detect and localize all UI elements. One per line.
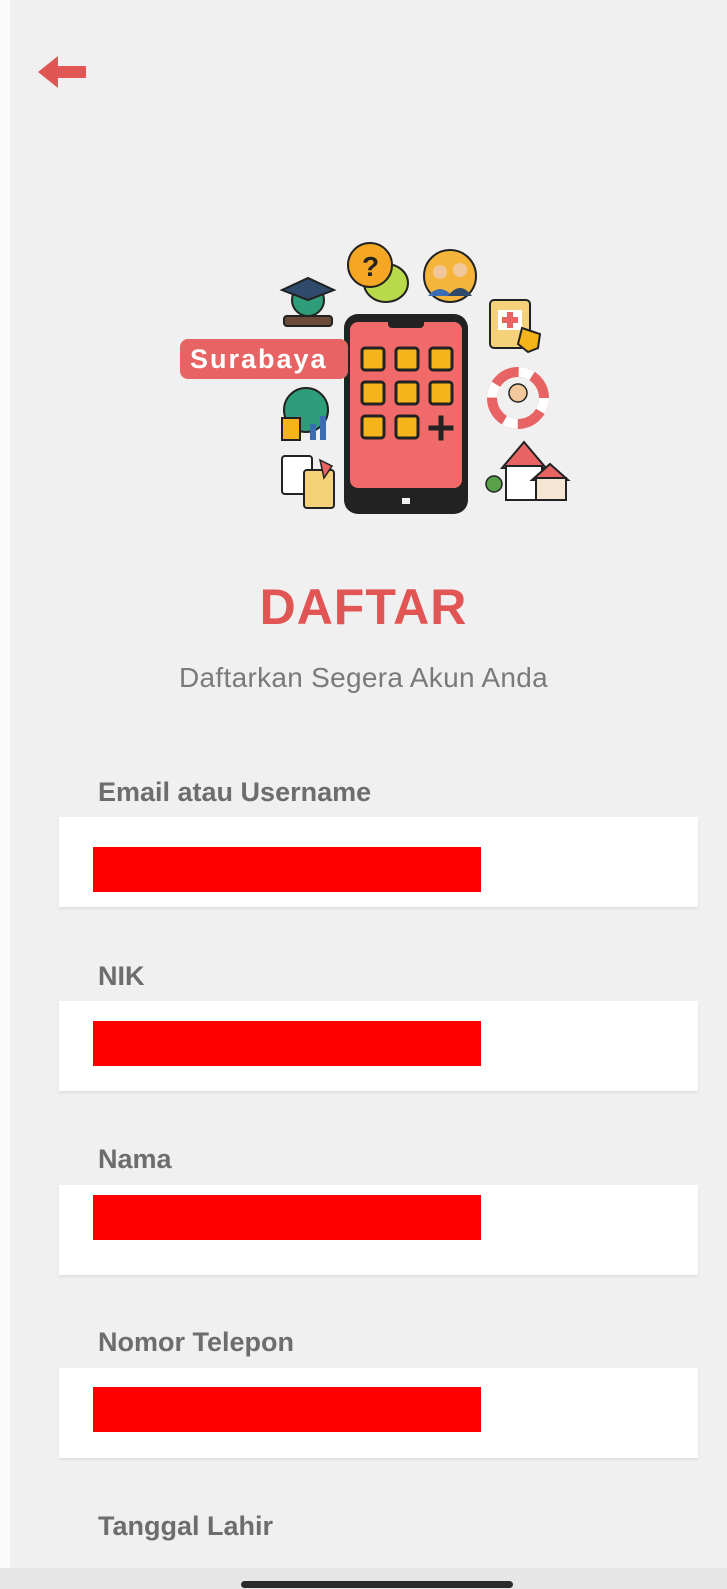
svg-text:?: ? xyxy=(362,251,379,282)
redacted-value xyxy=(93,1195,481,1240)
page-subtitle: Daftarkan Segera Akun Anda xyxy=(179,662,548,693)
finance-globe-icon xyxy=(281,387,329,441)
redacted-value xyxy=(93,1021,481,1066)
people-group-icon xyxy=(423,249,477,303)
medical-clipboard-icon xyxy=(489,299,542,354)
arrow-left-icon xyxy=(38,56,86,88)
nomor-telepon-input[interactable] xyxy=(59,1368,698,1458)
nama-label: Nama xyxy=(98,1144,172,1174)
question-bubble-icon: ? xyxy=(347,242,409,303)
education-icon xyxy=(279,276,337,327)
house-icon xyxy=(485,440,571,501)
nomor-telepon-label: Nomor Telepon xyxy=(98,1327,295,1357)
redacted-value xyxy=(93,1387,481,1432)
hero-illustration: ? Surabaya xyxy=(178,238,578,523)
screen-edge xyxy=(0,0,10,1589)
city-badge-text: Surabaya xyxy=(190,344,328,374)
city-badge: Surabaya xyxy=(180,339,348,379)
nama-input[interactable] xyxy=(59,1185,698,1275)
redacted-value xyxy=(93,847,481,892)
page-title: DAFTAR xyxy=(259,579,468,635)
email-username-input[interactable] xyxy=(59,817,698,907)
home-indicator[interactable] xyxy=(241,1581,513,1588)
documents-icon xyxy=(281,455,335,509)
nik-input[interactable] xyxy=(59,1001,698,1091)
phone-icon xyxy=(344,314,468,514)
nik-label: NIK xyxy=(98,961,145,991)
email-username-label: Email atau Username xyxy=(98,777,372,807)
support-icon xyxy=(487,367,549,429)
tanggal-lahir-label: Tanggal Lahir xyxy=(98,1511,274,1541)
back-button[interactable] xyxy=(30,48,94,96)
